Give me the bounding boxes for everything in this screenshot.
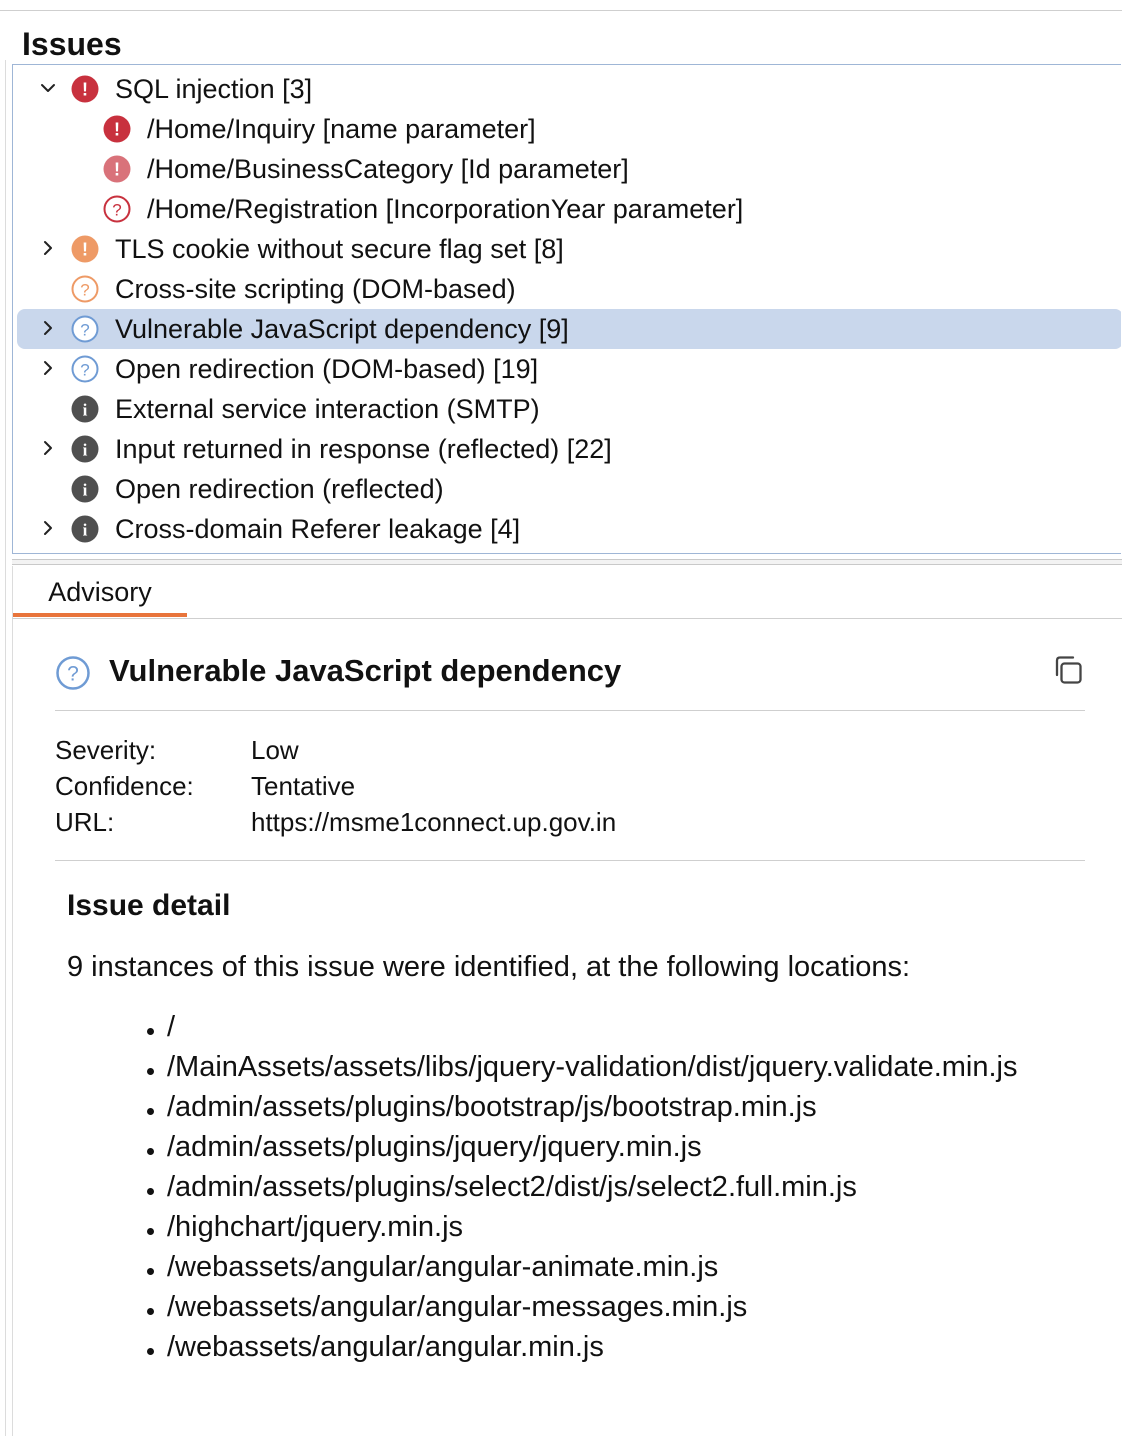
issue-label: External service interaction (SMTP) bbox=[115, 394, 540, 424]
issue-row[interactable]: ? /Home/Registration [IncorporationYear p… bbox=[13, 189, 1121, 229]
tab-advisory[interactable]: Advisory bbox=[13, 566, 187, 618]
question-icon: ? bbox=[56, 656, 90, 690]
issue-row[interactable]: ? Vulnerable JavaScript dependency [9] bbox=[13, 309, 1121, 349]
list-item: /MainAssets/assets/libs/jquery-validatio… bbox=[141, 1047, 1101, 1087]
list-item: / bbox=[141, 1007, 1101, 1047]
issue-label: TLS cookie without secure flag set [8] bbox=[115, 234, 564, 264]
advisory-divider-bottom bbox=[55, 860, 1085, 861]
severity-value: Low bbox=[251, 735, 299, 765]
issue-row[interactable]: ! SQL injection [3] bbox=[13, 69, 1121, 109]
issue-label: Open redirection (reflected) bbox=[115, 474, 444, 504]
chevron-right-icon[interactable] bbox=[37, 437, 59, 459]
svg-text:!: ! bbox=[114, 160, 120, 180]
issue-label: /Home/Inquiry [name parameter] bbox=[147, 114, 536, 144]
issue-row[interactable]: i Open redirection (reflected) bbox=[13, 469, 1121, 509]
copy-icon[interactable] bbox=[1051, 653, 1085, 687]
tab-advisory-underline bbox=[13, 613, 187, 617]
svg-text:i: i bbox=[83, 441, 88, 460]
info-icon: i bbox=[71, 475, 99, 503]
issue-row[interactable]: ! /Home/BusinessCategory [Id parameter] bbox=[13, 149, 1121, 189]
issue-label: Cross-domain Referer leakage [4] bbox=[115, 514, 521, 544]
advisory-tab-bar: Advisory bbox=[12, 566, 1122, 619]
top-divider bbox=[0, 10, 1122, 11]
issue-label: /Home/Registration [IncorporationYear pa… bbox=[147, 194, 744, 224]
list-item: /admin/assets/plugins/jquery/jquery.min.… bbox=[141, 1127, 1101, 1167]
list-item: /admin/assets/plugins/select2/dist/js/se… bbox=[141, 1167, 1101, 1207]
exclamation-icon: ! bbox=[103, 115, 131, 143]
chevron-right-icon[interactable] bbox=[37, 517, 59, 539]
issue-row[interactable]: ! TLS cookie without secure flag set [8] bbox=[13, 229, 1121, 269]
exclamation-icon: ! bbox=[103, 155, 131, 183]
issue-label: Vulnerable JavaScript dependency [9] bbox=[115, 314, 569, 344]
issues-panel-title: Issues bbox=[22, 26, 122, 62]
confidence-label: Confidence: bbox=[55, 771, 194, 801]
question-icon: ? bbox=[71, 355, 99, 383]
svg-text:?: ? bbox=[112, 201, 121, 220]
issue-label: /Home/BusinessCategory [Id parameter] bbox=[147, 154, 629, 184]
chevron-right-icon[interactable] bbox=[37, 317, 59, 339]
list-item: /webassets/angular/angular-animate.min.j… bbox=[141, 1247, 1101, 1287]
issue-label: Open redirection (DOM-based) [19] bbox=[115, 354, 539, 384]
issue-row[interactable]: ? Open redirection (DOM-based) [19] bbox=[13, 349, 1121, 389]
svg-text:?: ? bbox=[67, 663, 79, 686]
svg-text:?: ? bbox=[80, 321, 89, 340]
chevron-right-icon[interactable] bbox=[37, 237, 59, 259]
confidence-value: Tentative bbox=[251, 771, 356, 801]
issue-detail-text: 9 instances of this issue were identifie… bbox=[67, 951, 911, 983]
info-icon: i bbox=[71, 435, 99, 463]
advisory-divider-top bbox=[55, 710, 1085, 711]
list-item: /webassets/angular/angular-messages.min.… bbox=[141, 1287, 1101, 1327]
issue-row[interactable]: ? Cross-site scripting (DOM-based) bbox=[13, 269, 1121, 309]
issue-row[interactable]: i External service interaction (SMTP) bbox=[13, 389, 1121, 429]
issue-detail-heading: Issue detail bbox=[67, 889, 231, 922]
chevron-right-icon[interactable] bbox=[37, 357, 59, 379]
svg-text:!: ! bbox=[82, 80, 88, 100]
svg-text:i: i bbox=[83, 481, 88, 500]
panel-splitter[interactable] bbox=[12, 559, 1122, 565]
exclamation-icon: ! bbox=[71, 75, 99, 103]
advisory-panel: ? Vulnerable JavaScript dependency Sever… bbox=[12, 619, 1122, 1436]
question-icon: ? bbox=[71, 275, 99, 303]
severity-label: Severity: bbox=[55, 735, 157, 765]
list-item: /highchart/jquery.min.js bbox=[141, 1207, 1101, 1247]
list-item: /admin/assets/plugins/bootstrap/js/boots… bbox=[141, 1087, 1101, 1127]
issue-row[interactable]: i Input returned in response (reflected) … bbox=[13, 429, 1121, 469]
issue-label: Input returned in response (reflected) [… bbox=[115, 434, 612, 464]
issue-row[interactable]: ! /Home/Inquiry [name parameter] bbox=[13, 109, 1121, 149]
issue-label: Cross-site scripting (DOM-based) bbox=[115, 274, 516, 304]
question-icon: ? bbox=[103, 195, 131, 223]
issues-tree[interactable]: ! SQL injection [3]! /Home/Inquiry [name p… bbox=[12, 64, 1121, 554]
info-icon: i bbox=[71, 395, 99, 423]
info-icon: i bbox=[71, 515, 99, 543]
svg-text:!: ! bbox=[82, 240, 88, 260]
svg-text:!: ! bbox=[114, 120, 120, 140]
url-value: https://msme1connect.up.gov.in bbox=[251, 807, 617, 837]
svg-text:?: ? bbox=[80, 281, 89, 300]
list-item: /webassets/angular/angular.min.js bbox=[141, 1327, 1101, 1367]
chevron-down-icon[interactable] bbox=[37, 77, 59, 99]
advisory-title: Vulnerable JavaScript dependency bbox=[109, 653, 622, 688]
issue-row[interactable]: i Cross-domain Referer leakage [4] bbox=[13, 509, 1121, 549]
svg-text:i: i bbox=[83, 521, 88, 540]
left-divider bbox=[5, 60, 6, 1436]
svg-text:?: ? bbox=[80, 361, 89, 380]
url-label: URL: bbox=[55, 807, 115, 837]
locations-list: / /MainAssets/assets/libs/jquery-validat… bbox=[141, 1007, 1101, 1367]
svg-text:i: i bbox=[83, 401, 88, 420]
exclamation-icon: ! bbox=[71, 235, 99, 263]
issue-label: SQL injection [3] bbox=[115, 74, 313, 104]
question-icon: ? bbox=[71, 315, 99, 343]
